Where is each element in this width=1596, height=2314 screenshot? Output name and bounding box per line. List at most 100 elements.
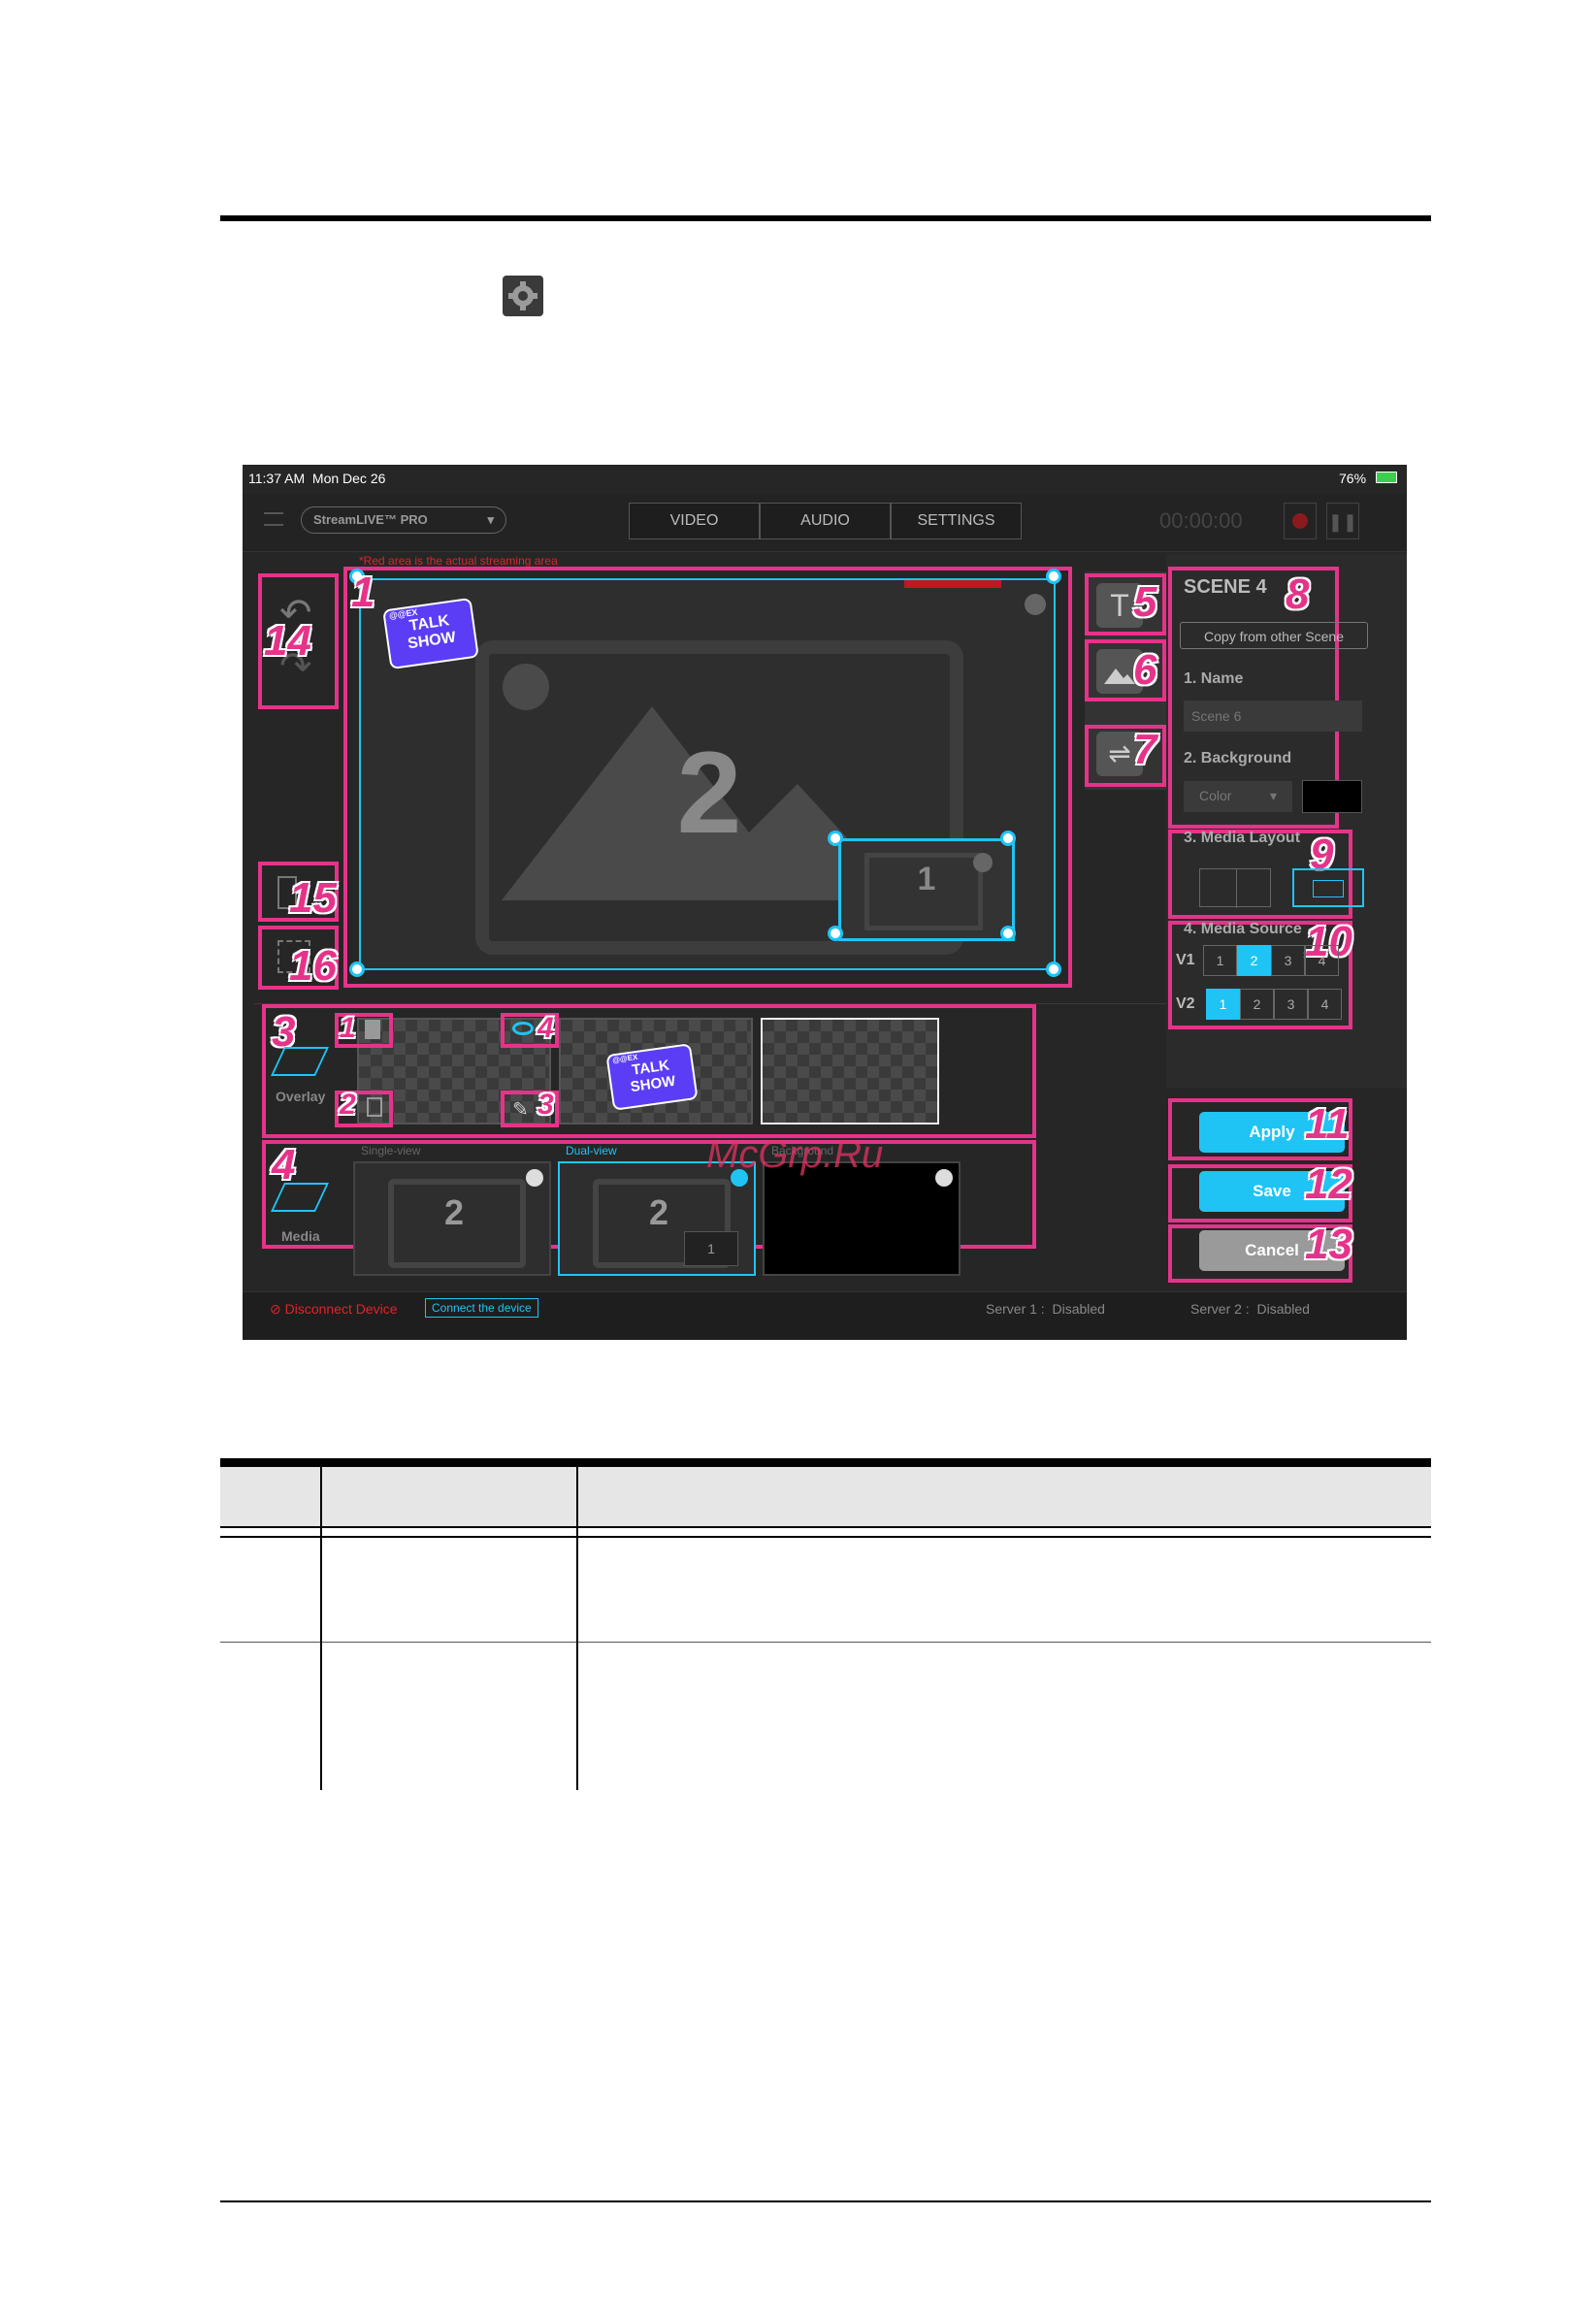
callout-13: 13 bbox=[1305, 1221, 1352, 1268]
callout-5: 5 bbox=[1133, 578, 1157, 626]
resize-handle[interactable] bbox=[1046, 961, 1061, 977]
swap-icon[interactable] bbox=[1025, 594, 1046, 615]
edit-icon[interactable]: ✎ bbox=[512, 1097, 529, 1122]
media-option-background[interactable] bbox=[763, 1161, 961, 1276]
table-column-rule bbox=[576, 1467, 578, 1790]
server1-status: Server 1 : Disabled bbox=[986, 1301, 1105, 1317]
callout-15: 15 bbox=[289, 874, 337, 922]
pause-button[interactable]: ❚❚ bbox=[1326, 503, 1359, 539]
name-label: 1. Name bbox=[1184, 670, 1244, 687]
record-icon bbox=[1292, 513, 1308, 529]
timer: 00:00:00 bbox=[1159, 508, 1243, 533]
v2-source-1[interactable]: 1 bbox=[1206, 989, 1240, 1020]
chevron-down-icon: ▾ bbox=[487, 512, 494, 527]
v2-source-3[interactable]: 3 bbox=[1274, 989, 1308, 1020]
status-time: 11:37 AM Mon Dec 26 bbox=[248, 471, 386, 486]
media-source-label: 4. Media Source bbox=[1184, 921, 1302, 937]
delete-icon[interactable] bbox=[367, 1097, 382, 1117]
overlay-thumb-3[interactable] bbox=[761, 1018, 939, 1124]
callout-o4: 4 bbox=[537, 1012, 554, 1044]
visibility-icon[interactable] bbox=[512, 1022, 534, 1035]
callout-11: 11 bbox=[1305, 1100, 1350, 1148]
scene-name-input[interactable] bbox=[1184, 701, 1362, 732]
v2-source-4[interactable]: 4 bbox=[1308, 989, 1342, 1020]
layout-split-option[interactable] bbox=[1199, 868, 1271, 908]
v2-label: V2 bbox=[1176, 995, 1195, 1012]
media-source-number: 2 bbox=[443, 1192, 465, 1232]
callout-16: 16 bbox=[289, 942, 337, 990]
callout-7: 7 bbox=[1133, 726, 1157, 773]
v1-source-group: 1 2 3 4 bbox=[1203, 945, 1339, 976]
server2-status: Server 2 : Disabled bbox=[1190, 1301, 1310, 1317]
resize-handle[interactable] bbox=[349, 961, 365, 977]
table-header-rule bbox=[220, 1536, 1431, 1538]
table-header-rule bbox=[220, 1526, 1431, 1528]
copy-scene-button[interactable]: Copy from other Scene bbox=[1180, 622, 1368, 649]
talk-show-sticker-thumb: @@EX TALK SHOW bbox=[605, 1043, 699, 1111]
callout-o1: 1 bbox=[340, 1012, 356, 1044]
v2-source-group: 1 2 3 4 bbox=[1206, 989, 1342, 1020]
table-header bbox=[220, 1467, 1431, 1528]
pip-swap-icon[interactable] bbox=[973, 853, 993, 872]
table-top-rule bbox=[220, 1458, 1431, 1467]
watermark: McGrp.Ru bbox=[706, 1133, 884, 1176]
preview-canvas[interactable]: 2 1 @@EX TALK SHOW bbox=[359, 578, 1056, 970]
v1-source-3[interactable]: 3 bbox=[1271, 945, 1305, 976]
pip-resize-handle[interactable] bbox=[828, 831, 843, 846]
check-icon bbox=[526, 1169, 543, 1187]
menu-icon[interactable] bbox=[264, 512, 283, 526]
callout-14: 14 bbox=[264, 617, 311, 665]
v1-label: V1 bbox=[1176, 952, 1195, 968]
pip-resize-handle[interactable] bbox=[828, 926, 843, 941]
battery-icon bbox=[1376, 472, 1397, 483]
v2-source-2[interactable]: 2 bbox=[1240, 989, 1274, 1020]
pip-resize-handle[interactable] bbox=[1000, 831, 1016, 846]
media-pip-number: 1 bbox=[684, 1231, 738, 1266]
v1-source-4[interactable]: 4 bbox=[1305, 945, 1339, 976]
app-screenshot: 11:37 AM Mon Dec 26 76% StreamLIVE™ PRO ▾… bbox=[243, 465, 1407, 1340]
table-column-rule bbox=[320, 1467, 322, 1790]
background-select[interactable]: Color ▾ bbox=[1184, 781, 1292, 812]
tab-video[interactable]: VIDEO bbox=[629, 503, 760, 539]
gear-icon bbox=[503, 276, 543, 316]
callout-8: 8 bbox=[1286, 570, 1310, 618]
callout-o3: 3 bbox=[537, 1089, 554, 1121]
callout-o2: 2 bbox=[340, 1089, 356, 1121]
talk-show-sticker[interactable]: @@EX TALK SHOW bbox=[382, 597, 479, 670]
media-caption-single: Single-view bbox=[361, 1144, 421, 1157]
media-option-single[interactable]: 2 bbox=[353, 1161, 551, 1276]
connect-device-button[interactable]: Connect the device bbox=[425, 1298, 538, 1318]
record-button[interactable] bbox=[1284, 503, 1317, 539]
unlink-icon: ⊘ bbox=[270, 1301, 281, 1317]
v1-source-1[interactable]: 1 bbox=[1203, 945, 1237, 976]
overlay-thumb-2[interactable]: @@EX TALK SHOW bbox=[559, 1018, 753, 1124]
tab-audio[interactable]: AUDIO bbox=[760, 503, 891, 539]
media-option-dual[interactable]: 2 1 bbox=[558, 1161, 756, 1276]
table-row-rule bbox=[220, 1642, 1431, 1643]
device-select[interactable]: StreamLIVE™ PRO ▾ bbox=[301, 506, 506, 534]
v1-source-2[interactable]: 2 bbox=[1237, 945, 1271, 976]
media-source-number: 2 bbox=[648, 1192, 669, 1232]
tab-settings[interactable]: SETTINGS bbox=[891, 503, 1022, 539]
media-label: Media bbox=[281, 1228, 320, 1244]
check-icon bbox=[935, 1169, 953, 1187]
scene-title: SCENE 4 bbox=[1184, 576, 1267, 598]
top-rule bbox=[220, 215, 1431, 221]
callout-1: 1 bbox=[351, 569, 375, 616]
background-color-swatch[interactable] bbox=[1302, 780, 1362, 813]
battery-level: 76% bbox=[1339, 471, 1367, 486]
overlay-label: Overlay bbox=[276, 1089, 326, 1104]
disconnect-device-link[interactable]: ⊘ Disconnect Device bbox=[270, 1301, 398, 1318]
callout-4: 4 bbox=[272, 1141, 296, 1189]
callout-12: 12 bbox=[1305, 1160, 1352, 1208]
pip-resize-handle[interactable] bbox=[1000, 926, 1016, 941]
duplicate-icon[interactable] bbox=[365, 1020, 380, 1039]
media-caption-dual: Dual-view bbox=[566, 1144, 617, 1157]
layout-pip-option[interactable] bbox=[1292, 868, 1364, 907]
background-label: 2. Background bbox=[1184, 750, 1292, 766]
streaming-area-note: *Red area is the actual streaming area bbox=[359, 554, 558, 568]
resize-handle[interactable] bbox=[1046, 569, 1061, 584]
pip-window[interactable]: 1 bbox=[838, 838, 1015, 941]
callout-6: 6 bbox=[1133, 646, 1157, 694]
media-layout-label: 3. Media Layout bbox=[1184, 830, 1301, 846]
